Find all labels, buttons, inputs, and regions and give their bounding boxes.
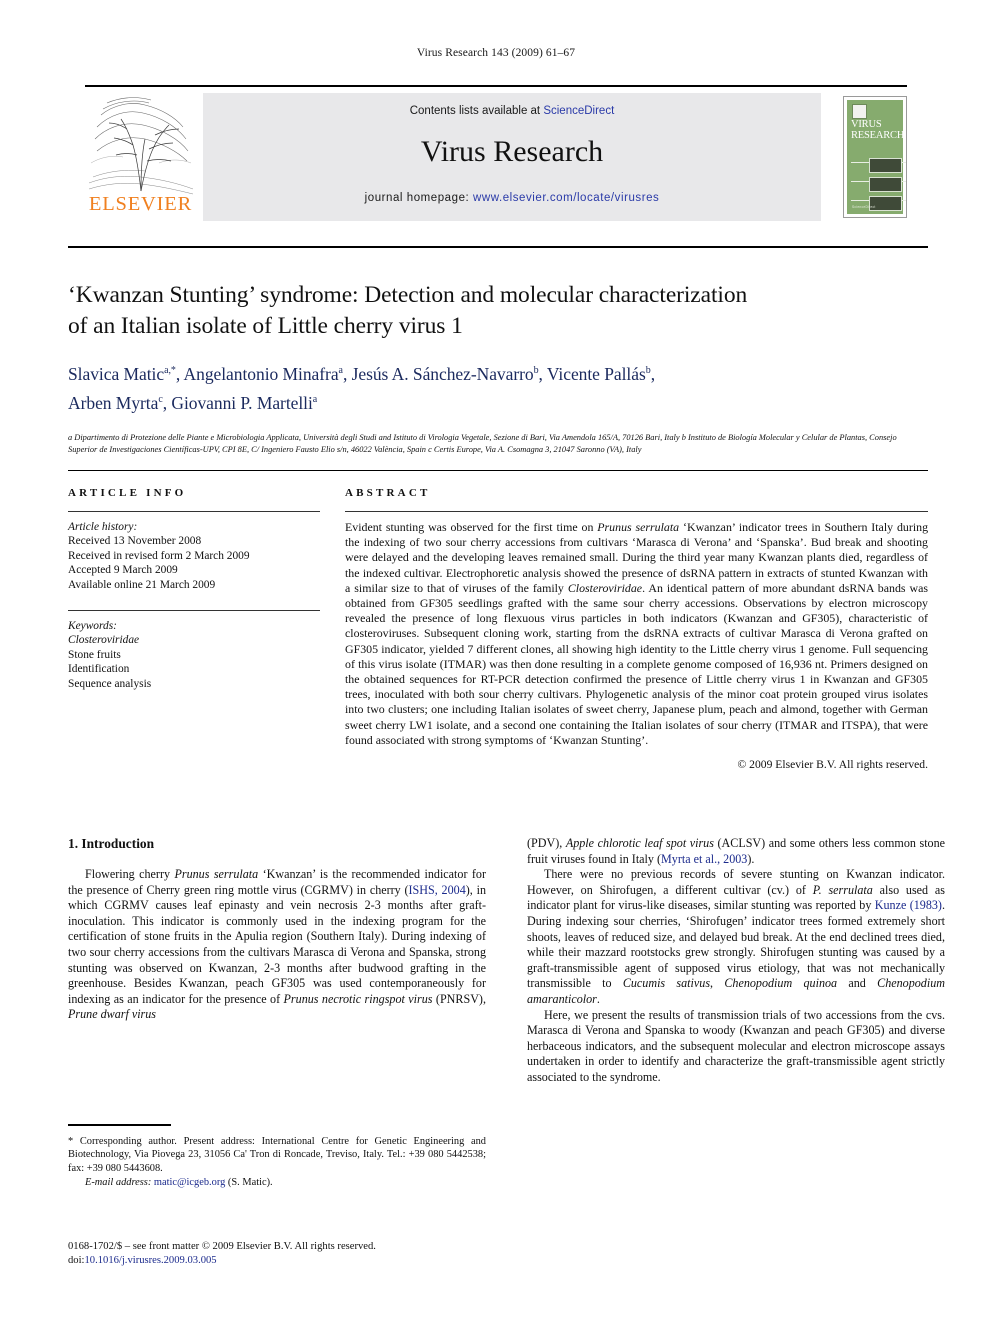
paragraph-intro-right-1: (PDV), Apple chlorotic leaf spot virus (…	[527, 836, 945, 867]
footnote-rule	[68, 1124, 171, 1126]
journal-title: Virus Research	[420, 135, 604, 168]
sciencedirect-link[interactable]: ScienceDirect	[543, 105, 614, 117]
body-column-left: 1. Introduction Flowering cherry Prunus …	[68, 836, 486, 1023]
imprint-block: 0168-1702/$ – see front matter © 2009 El…	[68, 1240, 498, 1269]
abstract-heading: ABSTRACT	[345, 487, 431, 499]
right-text-a: (PDV),	[527, 836, 566, 850]
article-history-label: Article history:	[68, 521, 138, 533]
right2-italic-cucumis: Cucumis sativus	[622, 976, 711, 991]
cover-figure-2	[869, 177, 902, 192]
abstract-text: Evident stunting was observed for the fi…	[345, 520, 928, 748]
contents-available-line: Contents lists available at ScienceDirec…	[203, 105, 821, 117]
journal-cover-thumbnail: VIRUS RESEARCH ScienceDirect	[843, 96, 907, 218]
intro-italic-prunus: Prunus serrulata	[174, 867, 259, 881]
journal-band: Contents lists available at ScienceDirec…	[203, 93, 821, 221]
citation-ishs-2004[interactable]: ISHS, 2004	[409, 883, 466, 897]
keywords-group: Keywords: Closteroviridae Stone fruits I…	[68, 619, 320, 691]
right2-text-d: ,	[710, 976, 725, 991]
cover-footer-text: ScienceDirect	[852, 205, 876, 209]
right2-text-f: .	[596, 991, 600, 1006]
cover-title: VIRUS RESEARCH	[851, 119, 906, 141]
body-column-right: (PDV), Apple chlorotic leaf spot virus (…	[527, 836, 945, 1086]
homepage-prefix: journal homepage:	[364, 192, 474, 204]
article-info-column: ARTICLE INFO Article history: Received 1…	[68, 487, 320, 691]
journal-homepage-line: journal homepage: www.elsevier.com/locat…	[203, 192, 821, 204]
intro-text-d: (PNRSV),	[432, 991, 486, 1006]
corresponding-author-note: * Corresponding author. Present address:…	[68, 1135, 486, 1174]
article-title-line2: of an Italian isolate of Little cherry v…	[68, 313, 463, 339]
abstract-column: ABSTRACT Evident stunting was observed f…	[345, 487, 928, 771]
doi-link[interactable]: 10.1016/j.virusres.2009.03.005	[84, 1255, 216, 1266]
right2-text-e: and	[837, 976, 878, 991]
author-list: Slavica Matica,*, Angelantonio Minafraa,…	[68, 358, 928, 416]
article-title-line1: ‘Kwanzan Stunting’ syndrome: Detection a…	[68, 282, 748, 308]
article-info-heading: ARTICLE INFO	[68, 487, 187, 499]
issn-copyright-line: 0168-1702/$ – see front matter © 2009 El…	[68, 1241, 376, 1252]
elsevier-logo: ELSEVIER	[85, 93, 198, 221]
abstract-part-1: Evident stunting was observed for the fi…	[345, 520, 598, 534]
citation-myrta-2003[interactable]: Myrta et al., 2003	[661, 852, 747, 866]
paragraph-intro-right-2: There were no previous records of severe…	[527, 867, 945, 1007]
email-label: E-mail address:	[85, 1177, 152, 1189]
keyword-3: Identification	[68, 663, 130, 676]
affiliation-list: a Dipartimento di Protezione delle Piant…	[68, 432, 897, 454]
article-first-page: Virus Research 143 (2009) 61–67 ELSEVIER…	[0, 0, 992, 1323]
author-line-1: Slavica Matica,*, Angelantonio Minafraa,…	[68, 363, 656, 384]
abstract-part-3: . An identical pattern of more abundant …	[345, 580, 928, 747]
cover-title-line2: RESEARCH	[851, 129, 905, 141]
running-head: Virus Research 143 (2009) 61–67	[416, 47, 576, 59]
cover-title-line1: VIRUS	[851, 119, 882, 130]
elsevier-wordmark: ELSEVIER	[88, 193, 193, 215]
doi-label: doi:	[68, 1255, 85, 1267]
right-italic-aclsv: Apple chlorotic leaf spot virus	[565, 836, 714, 850]
divider	[68, 610, 320, 612]
footnote-block: * Corresponding author. Present address:…	[68, 1124, 486, 1190]
title-block: ‘Kwanzan Stunting’ syndrome: Detection a…	[68, 246, 928, 456]
divider	[345, 511, 928, 512]
cover-figure-1	[869, 158, 902, 173]
page-title: ‘Kwanzan Stunting’ syndrome: Detection a…	[68, 280, 928, 342]
citation-kunze-1983[interactable]: Kunze (1983)	[875, 898, 942, 912]
section-heading-introduction: 1. Introduction	[68, 836, 155, 851]
doi-line: doi:10.1016/j.virusres.2009.03.005	[68, 1254, 498, 1268]
history-received: Received 13 November 2008	[68, 535, 202, 548]
info-abstract-region: ARTICLE INFO Article history: Received 1…	[68, 470, 928, 771]
body-columns: 1. Introduction Flowering cherry Prunus …	[68, 836, 945, 1256]
cover-elsevier-mark-icon	[852, 104, 867, 119]
paragraph-intro-right-3: Here, we present the results of transmis…	[527, 1007, 945, 1084]
article-history-group: Article history: Received 13 November 20…	[68, 520, 320, 592]
email-link[interactable]: matic@icgeb.org	[154, 1177, 225, 1188]
divider	[68, 511, 320, 512]
right-text-c: ).	[747, 851, 755, 866]
keyword-4: Sequence analysis	[68, 677, 152, 690]
journal-masthead: ELSEVIER Contents lists available at Sci…	[85, 85, 907, 221]
history-accepted: Accepted 9 March 2009	[68, 564, 178, 577]
email-note: E-mail address: matic@icgeb.org (S. Mati…	[68, 1176, 486, 1190]
journal-homepage-link[interactable]: www.elsevier.com/locate/virusres	[473, 192, 659, 204]
author-line-2: Arben Myrtac, Giovanni P. Martellia	[68, 392, 318, 413]
right2-italic-quinoa: Chenopodium quinoa	[724, 976, 838, 991]
keyword-2: Stone fruits	[68, 648, 121, 661]
keyword-1: Closteroviridae	[68, 634, 140, 647]
copyright-line: © 2009 Elsevier B.V. All rights reserved…	[737, 758, 928, 772]
paragraph-intro-left: Flowering cherry Prunus serrulata ‘Kwanz…	[68, 867, 486, 1023]
abstract-italic-1: Prunus serrulata	[597, 520, 680, 534]
intro-italic-pdv: Prune dwarf virus	[68, 1007, 157, 1022]
email-suffix: (S. Matic).	[227, 1177, 273, 1189]
elsevier-tree-icon	[87, 93, 195, 196]
intro-italic-pnrsv: Prunus necrotic ringspot virus	[283, 991, 433, 1006]
abstract-italic-2: Closteroviridae	[567, 580, 643, 595]
contents-prefix: Contents lists available at	[409, 105, 544, 117]
intro-text-a: Flowering cherry	[85, 867, 175, 881]
keywords-label: Keywords:	[68, 620, 117, 633]
right2-italic-pserrulata: P. serrulata	[812, 882, 873, 897]
history-online: Available online 21 March 2009	[68, 578, 216, 591]
history-revised: Received in revised form 2 March 2009	[68, 549, 250, 562]
intro-text-c: ), in which CGRMV causes leaf epinasty a…	[68, 882, 486, 1006]
